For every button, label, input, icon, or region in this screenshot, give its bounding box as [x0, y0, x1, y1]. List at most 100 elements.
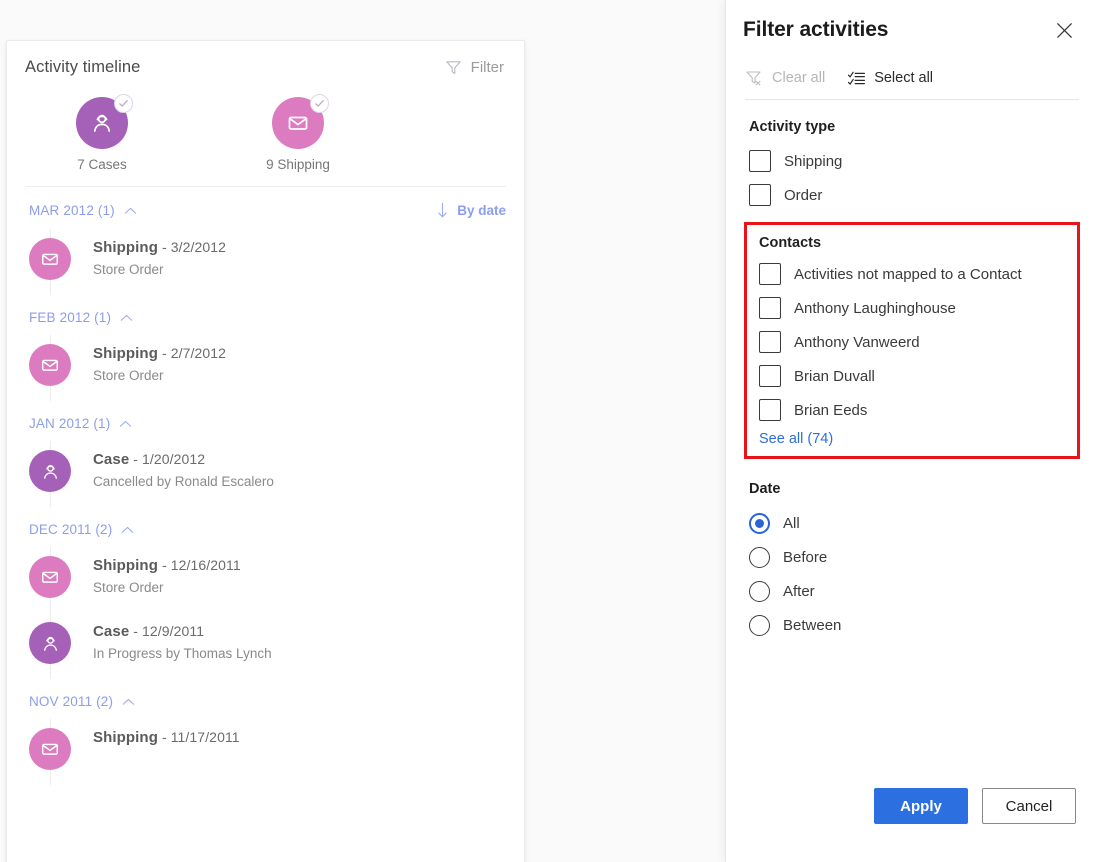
chevron-up-icon: [120, 314, 133, 321]
timeline-month-toggle[interactable]: NOV 2011 (2): [29, 694, 135, 709]
timeline-entry-subtitle: Store Order: [93, 368, 164, 383]
timeline-entry-date: - 11/17/2011: [157, 729, 240, 745]
clear-all-label: Clear all: [772, 70, 826, 86]
checkbox-icon[interactable]: [759, 297, 781, 319]
activity-type-option-label: Shipping: [784, 152, 843, 170]
summary-bubble-wrap: [272, 94, 329, 149]
date-option-label: Before: [783, 548, 828, 566]
timeline-entry-icon: [29, 450, 71, 492]
checkbox-icon[interactable]: [749, 150, 771, 172]
contact-option-0[interactable]: Activities not mapped to a Contact: [755, 257, 1069, 291]
contact-option-3[interactable]: Brian Duvall: [755, 359, 1069, 393]
activity-type-list: Shipping Order: [745, 144, 1079, 212]
timeline-month-row: DEC 2011 (2): [7, 507, 524, 547]
date-option-2[interactable]: After: [745, 574, 1079, 608]
contacts-heading: Contacts: [759, 235, 822, 251]
timeline-entry[interactable]: Shipping - 3/2/2012 Store Order: [7, 229, 524, 295]
radio-icon[interactable]: [749, 512, 770, 534]
chevron-up-icon: [124, 207, 137, 214]
checkbox-icon[interactable]: [749, 184, 771, 206]
timeline-entry-body: Shipping - 12/16/2011 Store Order: [71, 553, 241, 595]
timeline-entry[interactable]: Shipping - 12/16/2011 Store Order: [7, 547, 524, 613]
radio-icon[interactable]: [749, 546, 770, 568]
timeline-entry-date: - 12/16/2011: [157, 557, 241, 573]
flyout-footer: Apply Cancel: [726, 778, 1096, 862]
timeline-header: Activity timeline Filter: [7, 41, 524, 93]
timeline-month-toggle[interactable]: FEB 2012 (1): [29, 310, 133, 325]
timeline-entry-subtitle: Store Order: [93, 580, 164, 595]
cancel-button[interactable]: Cancel: [982, 788, 1076, 824]
close-icon: [1056, 22, 1072, 38]
timeline-summary: 7 Cases 9 Shipping: [7, 93, 524, 186]
timeline-entry[interactable]: Case - 1/20/2012 Cancelled by Ronald Esca…: [7, 441, 524, 507]
envelope-icon: [42, 571, 58, 583]
checkbox-icon[interactable]: [759, 331, 781, 353]
sort-by-date-button[interactable]: By date: [437, 202, 506, 219]
timeline-month-label: NOV 2011 (2): [29, 694, 114, 709]
date-option-label: Between: [783, 616, 842, 634]
activity-type-option-label: Order: [784, 186, 823, 204]
checkbox-icon[interactable]: [759, 263, 781, 285]
timeline-filter-label: Filter: [470, 58, 504, 76]
timeline-entry-icon: [29, 344, 71, 386]
timeline-entry-icon: [29, 238, 71, 280]
timeline-month-toggle[interactable]: JAN 2012 (1): [29, 416, 132, 431]
timeline-entry[interactable]: Shipping - 2/7/2012 Store Order: [7, 335, 524, 401]
checkbox-icon[interactable]: [759, 399, 781, 421]
timeline-entry-title: Shipping - 12/16/2011: [93, 557, 241, 574]
case-agent-icon: [93, 114, 111, 132]
timeline-month-toggle[interactable]: MAR 2012 (1): [29, 203, 137, 218]
summary-selected-badge: [114, 94, 133, 113]
timeline-entry-icon: [29, 728, 71, 770]
check-circle-icon: [315, 99, 324, 107]
page-title: Activity timeline: [25, 57, 141, 76]
see-all-contacts-link[interactable]: See all (74): [759, 431, 1069, 447]
apply-button[interactable]: Apply: [874, 788, 968, 824]
contacts-list: Activities not mapped to a Contact Anthon…: [755, 257, 1069, 427]
timeline-entry-title: Case - 12/9/2011: [93, 623, 205, 640]
contact-option-2[interactable]: Anthony Vanweerd: [755, 325, 1069, 359]
date-option-0[interactable]: All: [745, 506, 1079, 540]
contact-option-4[interactable]: Brian Eeds: [755, 393, 1069, 427]
close-button[interactable]: [1048, 14, 1080, 46]
activity-type-option-0[interactable]: Shipping: [745, 144, 1079, 178]
timeline-entry-group: Shipping - 3/2/2012 Store Order: [7, 229, 524, 295]
clear-all-button[interactable]: Clear all: [745, 69, 825, 87]
chevron-up-icon: [122, 526, 134, 533]
timeline-entry-title: Shipping - 2/7/2012: [93, 345, 226, 362]
timeline-month-row: FEB 2012 (1): [7, 295, 524, 335]
radio-icon[interactable]: [749, 580, 770, 602]
funnel-clear-icon: [746, 71, 761, 86]
funnel-icon: [445, 60, 461, 74]
checkbox-icon[interactable]: [759, 365, 781, 387]
contact-option-label: Activities not mapped to a Contact: [794, 265, 1022, 283]
timeline-entry[interactable]: Case - 12/9/2011 In Progress by Thomas Ly…: [7, 613, 524, 679]
check-circle-icon: [119, 99, 128, 107]
contact-option-1[interactable]: Anthony Laughinghouse: [755, 291, 1069, 325]
summary-bubble-1[interactable]: 9 Shipping: [255, 94, 341, 172]
timeline-groups: MAR 2012 (1) By date Shipping - 3/2/2012 St…: [7, 187, 524, 785]
date-option-label: After: [783, 582, 815, 600]
contact-option-label: Brian Eeds: [794, 401, 868, 419]
timeline-month-toggle[interactable]: DEC 2011 (2): [29, 522, 134, 537]
chevron-up-icon: [122, 698, 135, 705]
contacts-section-highlight: Contacts Activities not mapped to a Cont…: [744, 222, 1080, 459]
activity-type-option-1[interactable]: Order: [745, 178, 1079, 212]
timeline-entry-icon: [29, 622, 71, 664]
flyout-title: Filter activities: [743, 18, 889, 41]
filter-activities-flyout: Filter activities Clear all Select all A…: [725, 0, 1096, 862]
select-all-button[interactable]: Select all: [847, 69, 933, 87]
timeline-month-label: MAR 2012 (1): [29, 203, 115, 218]
summary-bubble-0[interactable]: 7 Cases: [59, 94, 145, 172]
radio-icon[interactable]: [749, 614, 770, 636]
timeline-entry-body: Case - 12/9/2011 In Progress by Thomas Ly…: [71, 619, 272, 661]
date-option-3[interactable]: Between: [745, 608, 1079, 642]
date-option-1[interactable]: Before: [745, 540, 1079, 574]
timeline-entry-group: Case - 1/20/2012 Cancelled by Ronald Esca…: [7, 441, 524, 507]
page-background-top: [0, 0, 725, 40]
activity-timeline-card: Activity timeline Filter 7 Cases 9 Shippi…: [6, 40, 525, 862]
timeline-filter-button[interactable]: Filter: [443, 55, 506, 80]
contact-option-label: Anthony Vanweerd: [794, 333, 920, 351]
timeline-entry[interactable]: Shipping - 11/17/2011: [7, 719, 524, 785]
timeline-entry-body: Shipping - 11/17/2011: [71, 725, 240, 746]
